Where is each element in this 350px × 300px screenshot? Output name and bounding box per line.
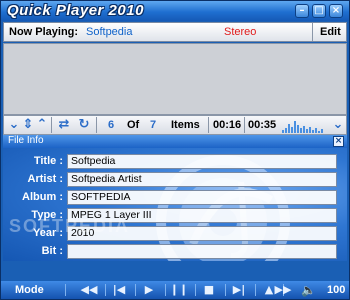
field-label: Album : <box>22 191 63 203</box>
visualizer-bar <box>300 128 302 133</box>
divider <box>225 284 226 296</box>
field-value[interactable] <box>67 244 337 259</box>
file-info-header: File Info × <box>3 135 347 148</box>
next-icon[interactable]: ▶| <box>227 283 251 297</box>
minimize-icon: – <box>299 5 305 16</box>
visualizer-bar <box>288 124 290 133</box>
total-time: 00:35 <box>248 119 277 131</box>
maximize-button[interactable]: □ <box>312 4 326 18</box>
visualizer-bar <box>282 130 284 133</box>
now-playing-bar: Now Playing: Softpedia Stereo Edit <box>3 22 347 42</box>
previous-icon[interactable]: |◀ <box>107 283 131 297</box>
divider <box>51 117 52 133</box>
divider <box>255 284 256 296</box>
visualizer-bar <box>306 129 308 133</box>
elapsed-time: 00:16 <box>213 119 242 131</box>
playlist-area[interactable] <box>3 43 347 115</box>
current-item-number: 6 <box>108 119 115 131</box>
visualizer-bar <box>285 128 287 133</box>
divider <box>135 284 136 296</box>
field-label: Artist : <box>27 173 63 185</box>
now-playing-label: Now Playing: <box>9 26 79 38</box>
mode-button[interactable]: Mode <box>15 284 44 296</box>
divider <box>165 284 166 296</box>
move-up-icon[interactable]: ⌃ <box>34 117 50 133</box>
field-value[interactable]: SOFTPEDIA <box>67 190 337 205</box>
file-info-close-button[interactable]: × <box>333 136 344 147</box>
shuffle-icon[interactable]: ⇄ <box>56 117 72 133</box>
divider <box>312 23 313 41</box>
total-items-number: 7 <box>150 119 157 131</box>
maximize-icon: □ <box>314 5 324 16</box>
visualizer-bar <box>294 121 296 133</box>
volume-icon[interactable]: 🔈 <box>301 283 316 297</box>
divider <box>244 117 245 133</box>
close-button[interactable]: × <box>329 4 343 18</box>
visualizer-bar <box>318 131 320 133</box>
field-value[interactable]: Softpedia <box>67 154 337 169</box>
field-label: Bit : <box>41 245 63 257</box>
visualizer-bar <box>297 125 299 133</box>
of-label: Of <box>127 119 140 131</box>
player-window: Quick Player 2010 – □ × Now Playing: Sof… <box>0 0 350 300</box>
title-bar[interactable]: Quick Player 2010 – □ × <box>1 1 349 21</box>
pause-icon[interactable]: ❙❙ <box>167 283 191 297</box>
field-label: Title : <box>33 155 63 167</box>
playlist-control-strip: ⌄ ⇕ ⌃ ⇄ ↻ 6 Of 7 Items 00:16 00:35 ⌄ <box>3 115 347 135</box>
transport-bar: Mode ◀◀ |◀ ▶ ❙❙ ■ ▶| ▲ ▶▶ 🔈 100 <box>1 281 349 299</box>
play-icon[interactable]: ▶ <box>137 283 161 297</box>
edit-button[interactable]: Edit <box>320 26 341 38</box>
visualizer-bar <box>309 127 311 133</box>
collapse-icon[interactable]: ⌄ <box>330 117 346 133</box>
watermark: SOFTPEDIA <box>9 216 131 236</box>
repeat-icon[interactable]: ↻ <box>76 117 92 133</box>
volume-value: 100 <box>327 284 346 296</box>
app-title: Quick Player 2010 <box>7 2 144 19</box>
divider <box>65 284 66 296</box>
visualizer-bar <box>312 130 314 133</box>
channel-mode: Stereo <box>224 26 257 38</box>
file-info-title: File Info <box>8 135 44 146</box>
rewind-icon[interactable]: ◀◀ <box>77 283 101 297</box>
fast-forward-icon[interactable]: ▶▶ <box>273 283 293 297</box>
stop-icon[interactable]: ■ <box>197 283 221 297</box>
items-label: Items <box>171 119 200 131</box>
visualizer-bar <box>321 129 323 133</box>
minimize-button[interactable]: – <box>295 4 309 18</box>
field-value[interactable]: Softpedia Artist <box>67 172 337 187</box>
close-icon: × <box>334 136 343 146</box>
divider <box>195 284 196 296</box>
divider <box>208 117 209 133</box>
spectrum-visualizer <box>282 118 326 133</box>
visualizer-bar <box>315 128 317 133</box>
divider <box>96 117 97 133</box>
visualizer-bar <box>303 126 305 133</box>
now-playing-track[interactable]: Softpedia <box>86 26 132 38</box>
file-info-panel: Title : Softpedia Artist : Softpedia Artist… <box>3 148 347 261</box>
divider <box>105 284 106 296</box>
close-icon: × <box>331 5 341 16</box>
visualizer-bar <box>291 127 293 133</box>
